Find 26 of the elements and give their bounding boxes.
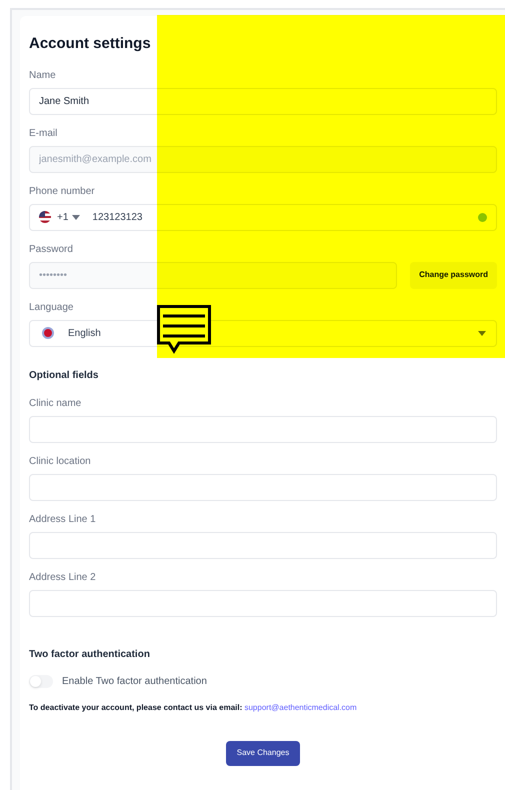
flag-icon — [42, 327, 54, 339]
field-label: Clinic location — [29, 454, 92, 468]
field-label: E-mail — [29, 126, 58, 140]
field-label: Password — [29, 242, 74, 256]
save-button[interactable]: Save Changes — [226, 740, 300, 766]
dial-code-dropdown[interactable]: +1 — [57, 210, 80, 224]
flag-icon — [39, 211, 51, 223]
text-field[interactable] — [29, 590, 497, 616]
caret-icon — [72, 214, 80, 220]
field-label: Clinic name — [29, 396, 82, 410]
text-field[interactable] — [29, 474, 497, 500]
email-link[interactable]: support@aethenticmedical.com — [244, 702, 357, 712]
field-label: Name — [29, 68, 57, 82]
toggle-switch[interactable] — [29, 674, 53, 688]
field-label: Language — [29, 300, 74, 314]
field-label: Address Line 2 — [29, 570, 97, 584]
section-heading: Optional fields — [29, 368, 100, 382]
field-label: Phone number — [29, 184, 96, 198]
phone-value: 123123123 — [92, 210, 144, 224]
deactivate-note: To deactivate your account, please contact us via email: support@aethenticmedical.com — [29, 702, 358, 714]
text-field[interactable] — [29, 532, 497, 558]
field-label: Address Line 1 — [29, 512, 97, 526]
section-heading: Two factor authentication — [29, 648, 151, 662]
text-field[interactable] — [29, 416, 497, 442]
toggle-label: Enable Two factor authentication — [62, 674, 207, 688]
page-title: Account settings — [29, 34, 152, 54]
